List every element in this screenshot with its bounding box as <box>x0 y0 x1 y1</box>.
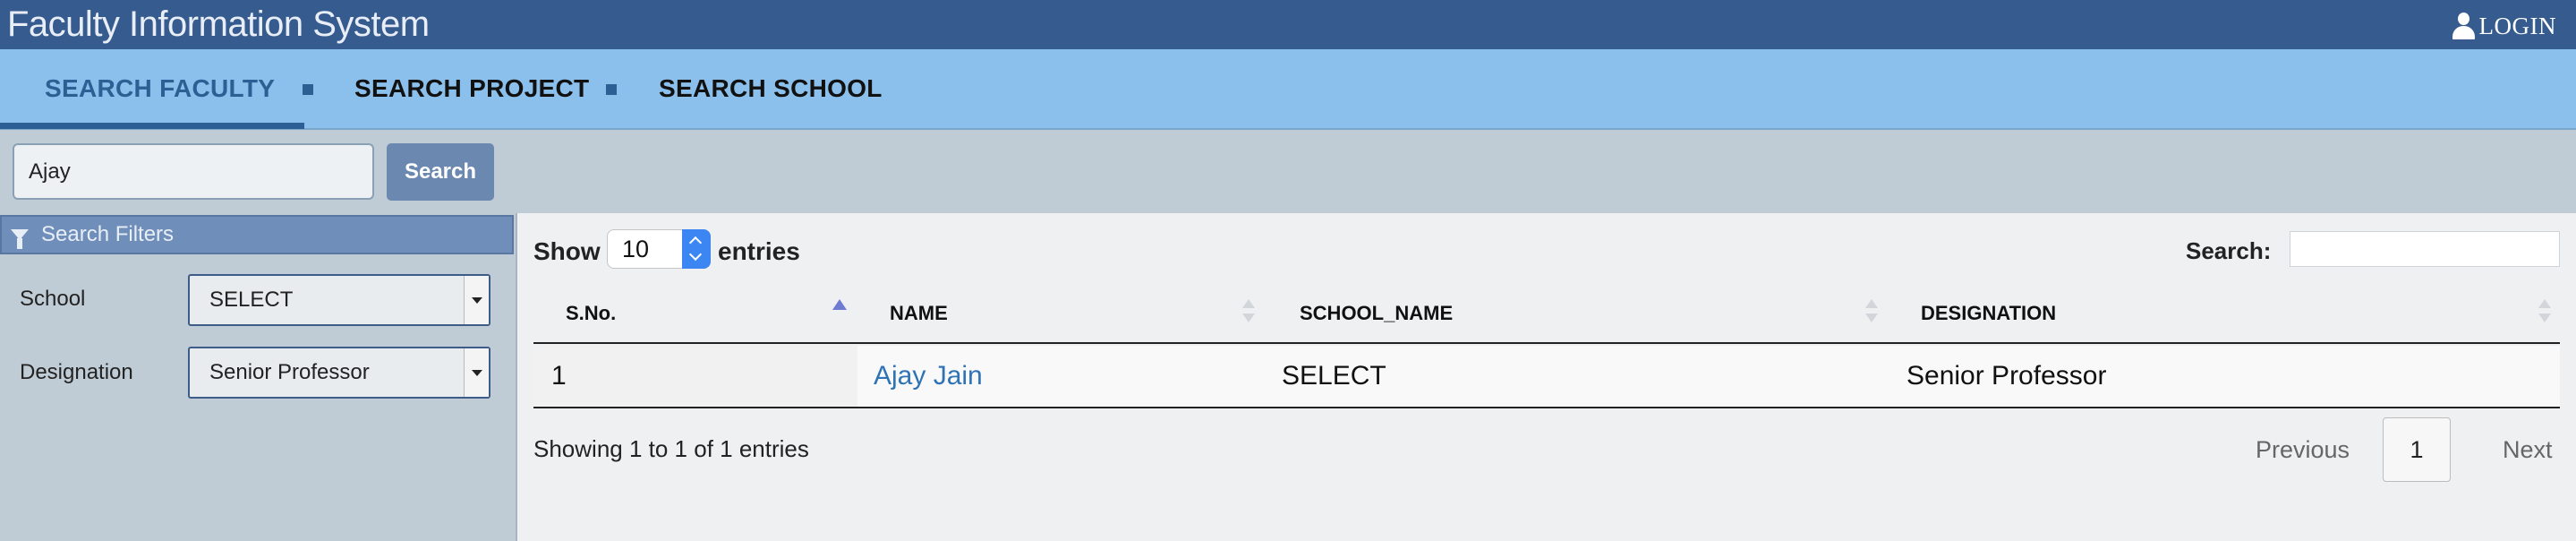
table-row: 1 Ajay Jain SELECT Senior Professor <box>533 346 2560 408</box>
tab-search-school[interactable]: SEARCH SCHOOL <box>659 49 883 128</box>
entries-per-page-select[interactable]: 10 <box>607 229 711 269</box>
school-select[interactable]: SELECT <box>188 274 490 326</box>
show-label: Show <box>533 237 601 265</box>
filter-icon <box>11 229 29 249</box>
faculty-name-link[interactable]: Ajay Jain <box>874 346 983 407</box>
active-tab-indicator <box>0 123 304 129</box>
cell-sno: 1 <box>551 361 567 391</box>
faculty-search-input[interactable] <box>13 143 374 200</box>
search-button[interactable]: Search <box>387 143 494 201</box>
user-icon <box>2451 13 2476 39</box>
login-link[interactable]: LOGIN <box>2451 11 2556 41</box>
column-header-name[interactable]: NAME <box>890 285 948 342</box>
sort-icon <box>1865 299 1878 326</box>
tab-search-faculty[interactable]: SEARCH FACULTY <box>45 49 275 128</box>
nav-separator-icon <box>606 84 617 95</box>
column-header-designation[interactable]: DESIGNATION <box>1921 285 2056 342</box>
entries-value: 10 <box>622 235 650 262</box>
designation-select-value: Senior Professor <box>209 360 370 384</box>
next-page-button[interactable]: Next <box>2503 436 2553 464</box>
sort-ascending-icon <box>832 299 847 310</box>
previous-page-button[interactable]: Previous <box>2256 436 2350 464</box>
sort-icon <box>2538 299 2551 326</box>
app-title: Faculty Information System <box>7 4 430 44</box>
table-header: S.No. NAME SCHOOL_NAME DESIGNATION <box>533 285 2560 344</box>
column-header-school-name[interactable]: SCHOOL_NAME <box>1300 285 1453 342</box>
tab-search-project[interactable]: SEARCH PROJECT <box>354 49 589 128</box>
school-select-value: SELECT <box>209 288 294 312</box>
sort-icon <box>1242 299 1255 326</box>
sorted-column-cell <box>533 346 857 407</box>
table-info: Showing 1 to 1 of 1 entries <box>533 435 809 462</box>
designation-filter-label: Designation <box>20 360 133 384</box>
dropdown-arrow-icon <box>464 348 489 397</box>
entries-label: entries <box>718 237 800 265</box>
column-header-sno[interactable]: S.No. <box>566 285 616 342</box>
designation-select[interactable]: Senior Professor <box>188 347 490 399</box>
page-1-button[interactable]: 1 <box>2383 417 2451 482</box>
table-search-label: Search: <box>2186 237 2272 264</box>
nav-separator-icon <box>303 84 313 95</box>
school-filter-label: School <box>20 287 86 311</box>
cell-designation: Senior Professor <box>1906 361 2107 391</box>
search-filters-title: Search Filters <box>41 222 175 246</box>
login-label: LOGIN <box>2478 12 2556 39</box>
select-stepper-icon <box>682 229 711 269</box>
dropdown-arrow-icon <box>464 276 489 324</box>
top-bar: Faculty Information System LOGIN <box>0 0 2576 49</box>
search-filters-header[interactable]: Search Filters <box>0 215 514 254</box>
cell-school-name: SELECT <box>1282 361 1386 391</box>
table-search-input[interactable] <box>2290 231 2560 267</box>
